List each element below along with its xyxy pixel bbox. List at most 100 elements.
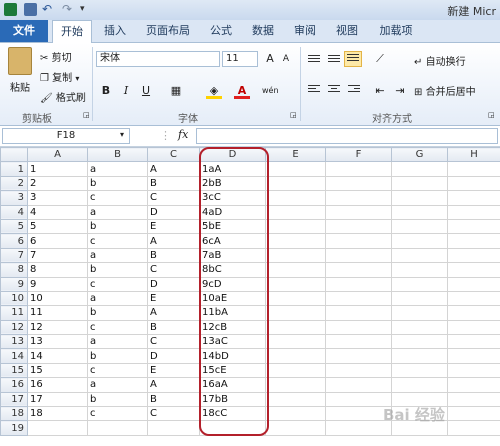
undo-icon[interactable]: ↶ xyxy=(42,3,55,16)
cell[interactable] xyxy=(325,233,392,249)
cell[interactable]: a xyxy=(87,247,148,264)
cell[interactable]: a xyxy=(87,377,148,393)
cell[interactable]: B xyxy=(147,247,200,264)
save-icon[interactable] xyxy=(24,3,37,16)
cell[interactable]: c xyxy=(87,190,148,206)
tab-home[interactable]: 开始 xyxy=(52,20,92,43)
cell[interactable]: c xyxy=(87,276,148,292)
name-box-dropdown-icon[interactable]: ▾ xyxy=(120,130,124,139)
cell[interactable]: A xyxy=(147,161,200,177)
cell[interactable] xyxy=(447,161,500,177)
cell[interactable] xyxy=(391,262,448,278)
alignment-launcher-icon[interactable]: ◲ xyxy=(488,111,495,119)
cell[interactable]: c xyxy=(87,233,148,249)
cell[interactable]: 16 xyxy=(27,377,88,393)
row-header[interactable]: 8 xyxy=(0,262,28,278)
tab-data[interactable]: 数据 xyxy=(246,20,280,42)
format-painter-button[interactable]: 🖌 格式刷 xyxy=(40,89,86,104)
cell[interactable]: b xyxy=(87,348,148,364)
cell[interactable] xyxy=(87,420,148,436)
row-header[interactable]: 18 xyxy=(0,406,28,422)
cell[interactable] xyxy=(391,362,448,379)
cell[interactable] xyxy=(447,175,500,192)
cell[interactable] xyxy=(325,406,392,422)
cell[interactable]: B xyxy=(147,391,200,408)
cell[interactable] xyxy=(447,406,500,422)
cell[interactable] xyxy=(265,262,326,278)
cell[interactable] xyxy=(391,175,448,192)
cell[interactable]: 12cB xyxy=(199,319,266,336)
row-header[interactable]: 12 xyxy=(0,319,28,336)
tab-file[interactable]: 文件 xyxy=(0,20,48,42)
cell[interactable] xyxy=(325,276,392,292)
align-center-icon[interactable] xyxy=(326,83,342,97)
copy-button[interactable]: ❐ 复制 ▾ xyxy=(40,69,79,84)
cell[interactable]: 8bC xyxy=(199,262,266,278)
cell[interactable] xyxy=(447,391,500,408)
cell[interactable] xyxy=(391,247,448,264)
cell[interactable] xyxy=(447,334,500,350)
cell[interactable] xyxy=(265,348,326,364)
cell[interactable]: D xyxy=(147,276,200,292)
align-right-icon[interactable] xyxy=(346,83,362,97)
cell[interactable]: D xyxy=(147,348,200,364)
cell[interactable] xyxy=(325,305,392,321)
cell[interactable] xyxy=(265,362,326,379)
cell[interactable] xyxy=(391,161,448,177)
cell[interactable]: 15cE xyxy=(199,362,266,379)
cell[interactable]: 1aA xyxy=(199,161,266,177)
cell[interactable]: 17bB xyxy=(199,391,266,408)
cell[interactable] xyxy=(447,319,500,336)
cell[interactable] xyxy=(325,348,392,364)
cell[interactable] xyxy=(391,305,448,321)
cell[interactable]: 2 xyxy=(27,175,88,192)
cell[interactable]: 6cA xyxy=(199,233,266,249)
cell[interactable]: 3cC xyxy=(199,190,266,206)
cell[interactable]: C xyxy=(147,190,200,206)
cell[interactable] xyxy=(447,276,500,292)
cell[interactable] xyxy=(391,319,448,336)
tab-formulas[interactable]: 公式 xyxy=(204,20,238,42)
cell[interactable]: 8 xyxy=(27,262,88,278)
grow-font-button[interactable]: A xyxy=(262,51,278,67)
cell[interactable] xyxy=(265,305,326,321)
cell[interactable] xyxy=(325,420,392,436)
cell[interactable] xyxy=(447,233,500,249)
cell[interactable] xyxy=(265,233,326,249)
cell[interactable]: A xyxy=(147,377,200,393)
cell[interactable] xyxy=(447,262,500,278)
align-top-icon[interactable] xyxy=(306,53,322,67)
redo-icon[interactable]: ↷ xyxy=(62,3,75,16)
column-header[interactable]: C xyxy=(147,146,200,163)
cell[interactable]: C xyxy=(147,406,200,422)
italic-button[interactable]: I xyxy=(118,83,134,99)
cell[interactable] xyxy=(27,420,88,436)
cell[interactable]: B xyxy=(147,175,200,192)
cell[interactable] xyxy=(325,218,392,235)
row-header[interactable]: 5 xyxy=(0,218,28,235)
cell[interactable]: 7 xyxy=(27,247,88,264)
row-header[interactable]: 19 xyxy=(0,420,28,436)
column-header[interactable]: A xyxy=(27,146,88,163)
wrap-text-button[interactable]: ↵ 自动换行 xyxy=(414,53,466,68)
cell[interactable]: b xyxy=(87,305,148,321)
cell[interactable] xyxy=(447,305,500,321)
cell[interactable]: 10 xyxy=(27,290,88,307)
cell[interactable]: 13 xyxy=(27,334,88,350)
cell[interactable] xyxy=(325,319,392,336)
cell[interactable]: 17 xyxy=(27,391,88,408)
row-header[interactable]: 16 xyxy=(0,377,28,393)
cell[interactable]: 3 xyxy=(27,190,88,206)
fill-color-icon[interactable]: ◈ xyxy=(206,83,222,99)
phonetic-guide-button[interactable]: wén xyxy=(262,83,279,99)
cell[interactable]: E xyxy=(147,218,200,235)
cell[interactable]: a xyxy=(87,161,148,177)
cell[interactable]: A xyxy=(147,305,200,321)
column-header[interactable]: H xyxy=(447,146,500,163)
cell[interactable]: c xyxy=(87,319,148,336)
font-color-button[interactable]: A xyxy=(234,83,250,99)
merge-center-button[interactable]: ⊞ 合并后居中 xyxy=(414,83,476,98)
paste-button[interactable]: 粘贴 xyxy=(6,47,34,99)
cell[interactable] xyxy=(325,391,392,408)
cell[interactable] xyxy=(447,204,500,220)
